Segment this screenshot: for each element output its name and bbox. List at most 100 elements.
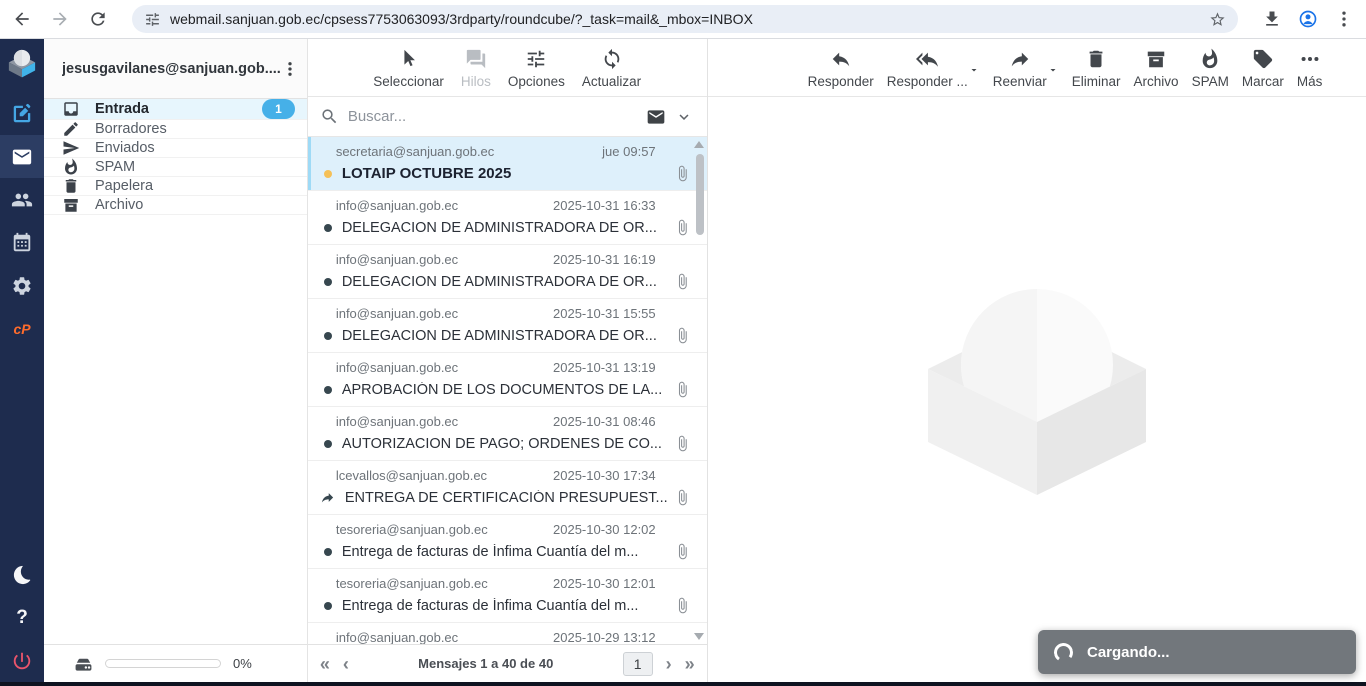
- compose-icon: [11, 103, 33, 125]
- prev-page-icon[interactable]: ‹: [343, 655, 349, 673]
- browser-menu-icon[interactable]: [1334, 9, 1354, 29]
- profile-avatar-icon[interactable]: [1298, 9, 1318, 29]
- select-button[interactable]: Seleccionar: [373, 48, 444, 96]
- message-date: 2025-10-30 12:01: [553, 576, 656, 591]
- delete-label: Eliminar: [1072, 74, 1121, 89]
- power-icon: [11, 650, 33, 672]
- message-subject: ENTREGA DE CERTIFICACIÓN PRESUPUEST...: [345, 490, 668, 506]
- sidebar-item-settings[interactable]: [0, 264, 44, 307]
- logout-button[interactable]: [0, 639, 44, 682]
- message-row[interactable]: info@sanjuan.gob.ec 2025-10-31 08:46 AUT…: [308, 407, 707, 461]
- search-input[interactable]: [348, 108, 637, 125]
- compose-button[interactable]: [0, 92, 44, 135]
- message-sender: tesoreria@sanjuan.gob.ec: [336, 522, 488, 537]
- chevron-down-icon[interactable]: [675, 108, 693, 126]
- message-subject: DELEGACION DE ADMINISTRADORA DE OR...: [342, 274, 668, 290]
- list-scrollbar[interactable]: [693, 137, 707, 644]
- reply-all-caret-icon[interactable]: [968, 64, 980, 76]
- browser-toolbar: webmail.sanjuan.gob.ec/cpsess7753063093/…: [0, 0, 1366, 39]
- pencil-icon: [62, 120, 80, 138]
- reply-label: Responder: [808, 74, 874, 89]
- first-page-icon[interactable]: «: [320, 655, 330, 673]
- message-row[interactable]: lcevallos@sanjuan.gob.ec 2025-10-30 17:3…: [308, 461, 707, 515]
- message-list-pane: Seleccionar Hilos Opciones Actualizar: [308, 39, 708, 682]
- folder-item-borradores[interactable]: Borradores: [44, 120, 307, 139]
- threads-button[interactable]: Hilos: [461, 48, 491, 96]
- next-page-icon[interactable]: ›: [666, 655, 672, 673]
- forward-caret-icon[interactable]: [1047, 64, 1059, 76]
- content-body: [708, 97, 1366, 682]
- search-scope-mail-icon[interactable]: [646, 107, 666, 127]
- help-icon: ?: [16, 607, 28, 629]
- roundcube-watermark: [927, 282, 1147, 497]
- contacts-icon: [11, 189, 33, 211]
- sidebar-item-cpanel[interactable]: cP: [0, 307, 44, 350]
- unread-dot-icon: [324, 386, 332, 394]
- sidebar-item-calendar[interactable]: [0, 221, 44, 264]
- app-sidebar: cP ?: [0, 39, 44, 682]
- cpanel-icon: cP: [13, 321, 30, 337]
- message-row[interactable]: tesoreria@sanjuan.gob.ec 2025-10-30 12:0…: [308, 569, 707, 623]
- unread-dot-icon: [324, 332, 332, 340]
- message-row[interactable]: info@sanjuan.gob.ec 2025-10-31 13:19 APR…: [308, 353, 707, 407]
- reply-button[interactable]: Responder: [808, 48, 874, 96]
- message-row[interactable]: info@sanjuan.gob.ec 2025-10-29 13:12: [308, 623, 707, 644]
- scroll-down-icon[interactable]: [694, 633, 704, 640]
- folder-item-papelera[interactable]: Papelera: [44, 177, 307, 196]
- message-list: secretaria@sanjuan.gob.ec jue 09:57 LOTA…: [308, 137, 707, 644]
- site-settings-icon[interactable]: [144, 11, 161, 28]
- message-sender: info@sanjuan.gob.ec: [336, 360, 458, 375]
- roundcube-logo-icon: [7, 48, 37, 78]
- options-button[interactable]: Opciones: [508, 48, 565, 96]
- message-row[interactable]: info@sanjuan.gob.ec 2025-10-31 16:33 DEL…: [308, 191, 707, 245]
- folder-item-enviados[interactable]: Enviados: [44, 139, 307, 158]
- folder-item-spam[interactable]: SPAM: [44, 158, 307, 177]
- list-toolbar: Seleccionar Hilos Opciones Actualizar: [308, 39, 707, 97]
- folder-item-entrada[interactable]: Entrada 1: [44, 99, 307, 120]
- message-row[interactable]: tesoreria@sanjuan.gob.ec 2025-10-30 12:0…: [308, 515, 707, 569]
- message-row[interactable]: secretaria@sanjuan.gob.ec jue 09:57 LOTA…: [308, 137, 707, 191]
- forward-button[interactable]: Reenviar: [993, 48, 1047, 89]
- flagged-dot-icon: [324, 170, 332, 178]
- sidebar-item-contacts[interactable]: [0, 178, 44, 221]
- spam-label: SPAM: [1192, 74, 1229, 89]
- archive-button[interactable]: Archivo: [1134, 48, 1179, 96]
- taskbar-edge: [0, 682, 1366, 686]
- dark-mode-button[interactable]: [0, 553, 44, 596]
- folder-list: Entrada 1 Borradores Enviados SPAM Papel…: [44, 99, 307, 215]
- bookmark-star-icon[interactable]: [1209, 11, 1226, 28]
- reply-all-button[interactable]: Responder ...: [887, 48, 968, 89]
- pagination-text: Mensajes 1 a 40 de 40: [362, 656, 610, 671]
- attachment-icon: [674, 489, 691, 506]
- account-menu-icon[interactable]: [281, 60, 299, 78]
- attachment-icon: [674, 327, 691, 344]
- folder-label: Entrada: [95, 101, 149, 117]
- more-dots-icon: [1299, 48, 1321, 70]
- message-row[interactable]: info@sanjuan.gob.ec 2025-10-31 16:19 DEL…: [308, 245, 707, 299]
- sidebar-item-mail[interactable]: [0, 135, 44, 178]
- download-icon[interactable]: [1262, 9, 1282, 29]
- url-text: webmail.sanjuan.gob.ec/cpsess7753063093/…: [170, 11, 1200, 27]
- scroll-up-icon[interactable]: [694, 141, 704, 148]
- refresh-button[interactable]: Actualizar: [582, 48, 641, 96]
- gear-icon: [11, 275, 33, 297]
- select-label: Seleccionar: [373, 74, 444, 89]
- browser-forward-icon[interactable]: [50, 9, 70, 29]
- spinner-icon: [1052, 641, 1074, 663]
- delete-button[interactable]: Eliminar: [1072, 48, 1121, 96]
- browser-back-icon[interactable]: [12, 9, 32, 29]
- more-button[interactable]: Más: [1297, 48, 1323, 96]
- help-button[interactable]: ?: [0, 596, 44, 639]
- scrollbar-thumb[interactable]: [696, 154, 704, 235]
- loading-text: Cargando...: [1087, 644, 1170, 661]
- last-page-icon[interactable]: »: [685, 655, 695, 673]
- spam-button[interactable]: SPAM: [1192, 48, 1229, 96]
- folder-item-archivo[interactable]: Archivo: [44, 196, 307, 215]
- browser-reload-icon[interactable]: [88, 9, 108, 29]
- mark-button[interactable]: Marcar: [1242, 48, 1284, 96]
- address-bar[interactable]: webmail.sanjuan.gob.ec/cpsess7753063093/…: [132, 5, 1238, 33]
- message-row[interactable]: info@sanjuan.gob.ec 2025-10-31 15:55 DEL…: [308, 299, 707, 353]
- page-number-input[interactable]: 1: [623, 652, 653, 676]
- attachment-icon: [674, 165, 691, 182]
- folder-label: Archivo: [95, 197, 143, 213]
